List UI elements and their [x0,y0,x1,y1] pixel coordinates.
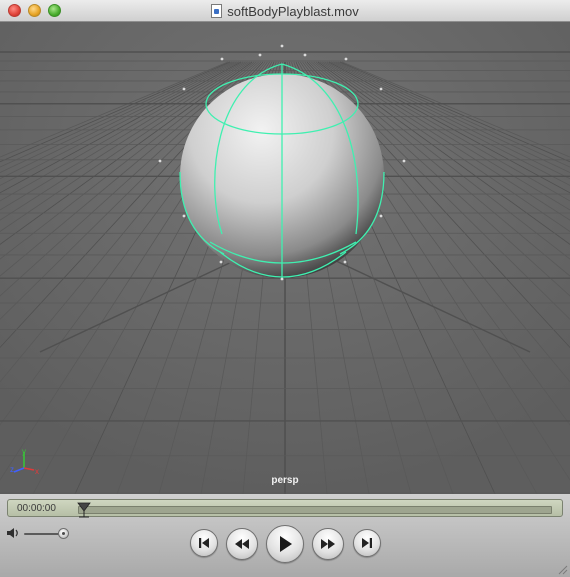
title-bar[interactable]: softBodyPlayblast.mov [0,0,570,22]
step-backward-icon [199,538,209,548]
axis-y-label: y [22,447,26,456]
play-icon [280,536,292,552]
quicktime-window: softBodyPlayblast.mov y x z persp 00:00:… [0,0,570,577]
window-title: softBodyPlayblast.mov [227,3,359,19]
timecode-display: 00:00:00 [17,503,56,514]
movie-document-icon[interactable] [211,4,223,18]
speaker-icon[interactable] [6,527,20,539]
fast-forward-button[interactable] [312,528,344,560]
resize-grip-icon[interactable] [556,563,568,575]
step-backward-button[interactable] [190,529,218,557]
axis-z-label: z [10,465,14,474]
time-scrubber[interactable]: 00:00:00 [7,499,563,518]
fast-forward-icon [321,539,335,549]
rewind-button[interactable] [226,528,258,560]
play-button[interactable] [266,525,304,563]
volume-slider-knob[interactable] [58,528,69,539]
playhead-icon[interactable] [77,502,91,518]
camera-label: persp [271,475,299,486]
playback-controls: 00:00:00 [0,494,570,577]
window-title-group: softBodyPlayblast.mov [0,0,570,22]
step-forward-icon [362,538,372,548]
step-forward-button[interactable] [353,529,381,557]
timeline-track[interactable] [78,506,552,514]
rewind-icon [235,539,249,549]
movie-viewport[interactable]: y x z persp [0,22,570,494]
viewport-scene: y x z [0,22,570,494]
